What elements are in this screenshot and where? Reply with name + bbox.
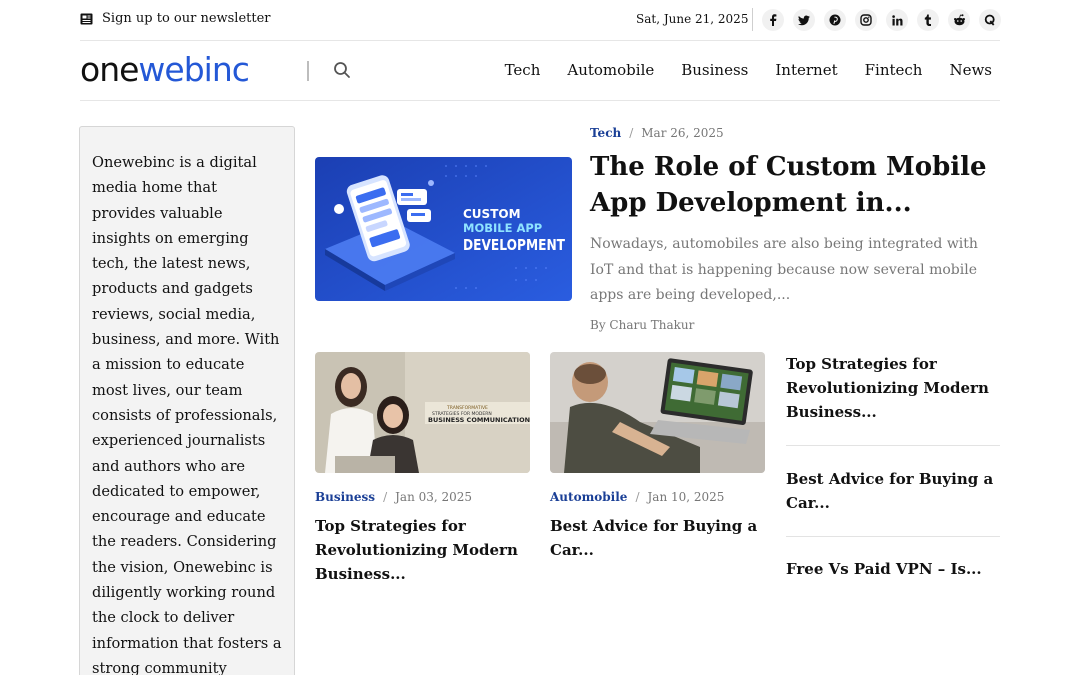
- featured-date: Mar 26, 2025: [641, 126, 724, 140]
- featured-title[interactable]: The Role of Custom Mobile App Developmen…: [590, 149, 1010, 221]
- twitter-icon[interactable]: [793, 9, 815, 31]
- current-date: Sat, June 21, 2025: [636, 12, 749, 26]
- newsletter-link[interactable]: Sign up to our newsletter: [80, 11, 271, 26]
- tumblr-icon[interactable]: [917, 9, 939, 31]
- nav-news[interactable]: News: [949, 61, 992, 79]
- list-item[interactable]: Free Vs Paid VPN – Is...: [786, 537, 1000, 581]
- card-image-business[interactable]: TRANSFORMATIVE STRATEGIES FOR MODERN BUS…: [315, 352, 530, 473]
- nav-tech[interactable]: Tech: [505, 61, 541, 79]
- about-text: Onewebinc is a digital media home that p…: [92, 154, 282, 675]
- list-item[interactable]: Best Advice for Buying a Car...: [786, 446, 1000, 537]
- image-text-2: MOBILE APP: [463, 221, 542, 235]
- card-date: Jan 10, 2025: [647, 490, 725, 504]
- instagram-icon[interactable]: [855, 9, 877, 31]
- card-meta-automobile: Automobile / Jan 10, 2025: [550, 490, 724, 504]
- list-item[interactable]: Top Strategies for Revolutionizing Moder…: [786, 352, 1000, 446]
- card-date: Jan 03, 2025: [395, 490, 473, 504]
- meta-separator: /: [635, 490, 640, 504]
- nav-fintech[interactable]: Fintech: [865, 61, 923, 79]
- nav-internet[interactable]: Internet: [775, 61, 837, 79]
- social-links: [762, 9, 1010, 31]
- pinterest-icon[interactable]: [824, 9, 846, 31]
- image-text-3: DEVELOPMENT: [463, 236, 565, 254]
- site-header: onewebinc Tech Automobile Business Inter…: [80, 41, 1000, 101]
- card-image-automobile[interactable]: [550, 352, 765, 473]
- newsletter-label: Sign up to our newsletter: [102, 11, 271, 26]
- side-article-list: Top Strategies for Revolutionizing Moder…: [786, 352, 1000, 581]
- meta-separator: /: [629, 126, 634, 140]
- featured-category[interactable]: Tech: [590, 126, 621, 140]
- main-nav: Tech Automobile Business Internet Fintec…: [478, 61, 992, 79]
- card-category[interactable]: Business: [315, 490, 375, 504]
- featured-meta: Tech / Mar 26, 2025: [590, 126, 724, 140]
- facebook-icon[interactable]: [762, 9, 784, 31]
- site-logo[interactable]: onewebinc: [80, 48, 250, 92]
- nav-business[interactable]: Business: [681, 61, 748, 79]
- newspaper-icon: [80, 13, 93, 24]
- top-bar: Sign up to our newsletter Sat, June 21, …: [80, 0, 1001, 41]
- search-icon[interactable]: [333, 61, 351, 83]
- header-divider: [307, 61, 309, 81]
- image-text-1: CUSTOM: [463, 207, 521, 221]
- featured-excerpt: Nowadays, automobiles are also being int…: [590, 236, 978, 303]
- card-title-automobile[interactable]: Best Advice for Buying a Car...: [550, 514, 760, 562]
- card-image-text-3: BUSINESS COMMUNICATION: [428, 416, 530, 424]
- featured-author[interactable]: By Charu Thakur: [590, 318, 694, 332]
- card-meta-business: Business / Jan 03, 2025: [315, 490, 472, 504]
- quora-icon[interactable]: [979, 9, 1001, 31]
- linkedin-icon[interactable]: [886, 9, 908, 31]
- nav-automobile[interactable]: Automobile: [567, 61, 654, 79]
- card-image-text-1: TRANSFORMATIVE: [446, 405, 488, 411]
- card-category[interactable]: Automobile: [550, 490, 627, 504]
- featured-image[interactable]: CUSTOM MOBILE APP DEVELOPMENT: [315, 157, 572, 301]
- card-title-business[interactable]: Top Strategies for Revolutionizing Moder…: [315, 514, 525, 586]
- about-box: Onewebinc is a digital media home that p…: [79, 126, 295, 675]
- reddit-icon[interactable]: [948, 9, 970, 31]
- divider: [752, 8, 753, 31]
- meta-separator: /: [383, 490, 388, 504]
